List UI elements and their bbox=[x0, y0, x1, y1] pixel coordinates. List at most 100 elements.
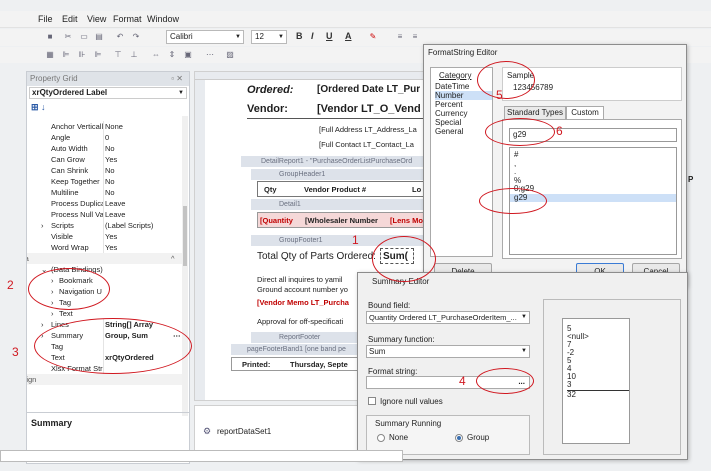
prop-value[interactable]: Leave bbox=[105, 209, 185, 220]
full-address-field[interactable]: [Full Address LT_Address_La bbox=[319, 125, 417, 134]
sort-alpha-icon[interactable]: ⊞ ↓ bbox=[31, 102, 46, 113]
prop-value[interactable]: (Label Scripts) bbox=[105, 220, 185, 231]
ordered-date-field[interactable]: [Ordered Date LT_Pur bbox=[317, 84, 420, 95]
font-color-button[interactable]: A bbox=[345, 31, 352, 41]
category-percent[interactable]: Percent bbox=[435, 100, 492, 109]
col-lo-header[interactable]: Lo bbox=[412, 185, 421, 194]
property-grid-title-bar: Property Grid ▫ ✕ bbox=[27, 72, 189, 86]
wholesaler-cell[interactable]: [Wholesaler Number bbox=[305, 216, 378, 225]
dataset-item[interactable]: reportDataSet1 bbox=[217, 427, 271, 436]
vendor-label[interactable]: Vendor: bbox=[247, 103, 288, 115]
printed-label[interactable]: Printed: bbox=[242, 360, 270, 369]
list-item[interactable]: . bbox=[514, 167, 676, 177]
panel-controls[interactable]: ▫ ✕ bbox=[171, 72, 183, 86]
prop-value[interactable]: Yes bbox=[105, 231, 185, 242]
band-detail[interactable]: Detail1 bbox=[251, 199, 425, 210]
ordered-label[interactable]: Ordered: bbox=[247, 84, 293, 96]
ignore-null-checkbox[interactable] bbox=[368, 397, 376, 405]
align-rights-icon[interactable]: ⊫ bbox=[92, 49, 104, 61]
summary-function-combo[interactable]: Sum ▼ bbox=[366, 345, 530, 358]
prop-value[interactable]: Yes bbox=[105, 242, 185, 253]
quantity-cell[interactable]: [Quantity bbox=[260, 216, 293, 225]
category-list[interactable]: Category DateTime Number Percent Currenc… bbox=[430, 67, 493, 257]
expand-icon[interactable]: › bbox=[41, 319, 44, 330]
menu-window[interactable]: Window bbox=[147, 14, 179, 24]
radio-group-label: Group bbox=[467, 433, 490, 442]
tab-custom[interactable]: Custom bbox=[566, 106, 604, 120]
category-special[interactable]: Special bbox=[435, 118, 492, 127]
align-middles-icon[interactable]: ⊥ bbox=[128, 49, 140, 61]
highlight-icon[interactable]: ✎ bbox=[367, 31, 379, 43]
align-center-icon[interactable]: ≡ bbox=[409, 31, 421, 43]
underline-button[interactable]: U bbox=[326, 31, 333, 41]
vendor-field[interactable]: [Vendor LT_O_Vend bbox=[317, 103, 421, 115]
account-line[interactable]: Ground account number yo bbox=[257, 285, 348, 294]
col-vendor-header[interactable]: Vendor Product # bbox=[304, 185, 366, 194]
prop-value[interactable]: No bbox=[105, 176, 185, 187]
list-item[interactable]: , bbox=[514, 159, 676, 169]
redo-icon[interactable]: ↷ bbox=[130, 31, 142, 43]
preview-total: 32 bbox=[567, 390, 629, 399]
italic-button[interactable]: I bbox=[311, 31, 314, 41]
prop-value[interactable]: No bbox=[105, 187, 185, 198]
save-icon[interactable]: ■ bbox=[44, 31, 56, 43]
same-width-icon[interactable]: ⇔ bbox=[150, 49, 162, 61]
prop-value[interactable]: Yes bbox=[105, 154, 185, 165]
align-grid-icon[interactable]: ▦ bbox=[44, 49, 56, 61]
prop-value[interactable]: 0 bbox=[105, 132, 185, 143]
preview-values: 5 <null> 7 -2 5 4 10 3 32 bbox=[562, 318, 630, 444]
font-combo[interactable]: Calibri ▼ bbox=[166, 30, 244, 44]
printed-date-field[interactable]: Thursday, Septe bbox=[290, 360, 348, 369]
align-left-icon[interactable]: ≡ bbox=[394, 31, 406, 43]
copy-icon[interactable]: ▭ bbox=[78, 31, 90, 43]
lens-cell[interactable]: [Lens Mod bbox=[390, 216, 425, 225]
prop-value[interactable]: No bbox=[105, 143, 185, 154]
prop-value[interactable]: No bbox=[105, 165, 185, 176]
align-lefts-icon[interactable]: ⊫ bbox=[60, 49, 72, 61]
scrollbar[interactable] bbox=[182, 116, 188, 416]
approval-line[interactable]: Approval for off-specificati bbox=[257, 317, 343, 326]
expand-icon[interactable]: › bbox=[41, 220, 44, 231]
object-name: xrQtyOrdered Label bbox=[32, 88, 108, 97]
category-currency[interactable]: Currency bbox=[435, 109, 492, 118]
radio-none[interactable] bbox=[377, 434, 385, 442]
same-size-icon[interactable]: ▣ bbox=[182, 49, 194, 61]
align-centers-icon[interactable]: ⊪ bbox=[76, 49, 88, 61]
align-tops-icon[interactable]: ⊤ bbox=[112, 49, 124, 61]
menu-file[interactable]: File bbox=[38, 14, 53, 24]
full-contact-field[interactable]: [Full Contact LT_Contact_La bbox=[319, 140, 414, 149]
prop-value[interactable]: Leave bbox=[105, 198, 185, 209]
vendor-memo-field[interactable]: [Vendor Memo LT_Purcha bbox=[257, 298, 349, 307]
spacing-icon[interactable]: ⋯ bbox=[204, 49, 216, 61]
paste-icon[interactable]: ▤ bbox=[93, 31, 105, 43]
cut-icon[interactable]: ✂ bbox=[62, 31, 74, 43]
annotation-number: 2 bbox=[7, 278, 14, 292]
band-detail-report[interactable]: DetailReport1 - "PurchaseOrderListPurcha… bbox=[241, 156, 425, 167]
font-size-combo[interactable]: 12 ▼ bbox=[251, 30, 287, 44]
prop-value[interactable]: None bbox=[105, 121, 185, 132]
annotation-circle bbox=[476, 368, 534, 394]
category-design[interactable]: Design bbox=[27, 374, 65, 385]
bold-button[interactable]: B bbox=[296, 31, 303, 41]
total-qty-label[interactable]: Total Qty of Parts Ordered: bbox=[257, 251, 376, 262]
undo-icon[interactable]: ↶ bbox=[114, 31, 126, 43]
menu-format[interactable]: Format bbox=[113, 14, 142, 24]
summary-running-group: Summary Running None Group bbox=[366, 415, 530, 455]
chevron-up-icon[interactable]: ^ bbox=[171, 253, 175, 264]
annotation-number: 1 bbox=[352, 233, 359, 247]
list-item[interactable]: # bbox=[514, 150, 676, 160]
category-data[interactable]: Data bbox=[27, 253, 65, 264]
inquiries-line[interactable]: Direct all inquires to yamil bbox=[257, 275, 342, 284]
band-group-header[interactable]: GroupHeader1 bbox=[251, 169, 425, 180]
category-general[interactable]: General bbox=[435, 127, 492, 136]
list-item[interactable]: % bbox=[514, 176, 676, 186]
bound-field-combo[interactable]: Quantity Ordered LT_PurchaseOrderItem_..… bbox=[366, 311, 530, 324]
same-height-icon[interactable]: ⇕ bbox=[166, 49, 178, 61]
col-qty-header[interactable]: Qty bbox=[264, 185, 277, 194]
menu-view[interactable]: View bbox=[87, 14, 106, 24]
menu-edit[interactable]: Edit bbox=[62, 14, 78, 24]
object-selector[interactable]: xrQtyOrdered Label ▼ bbox=[29, 87, 187, 99]
expand-icon[interactable]: › bbox=[51, 308, 54, 319]
radio-group[interactable] bbox=[455, 434, 463, 442]
bring-front-icon[interactable]: ▨ bbox=[224, 49, 236, 61]
